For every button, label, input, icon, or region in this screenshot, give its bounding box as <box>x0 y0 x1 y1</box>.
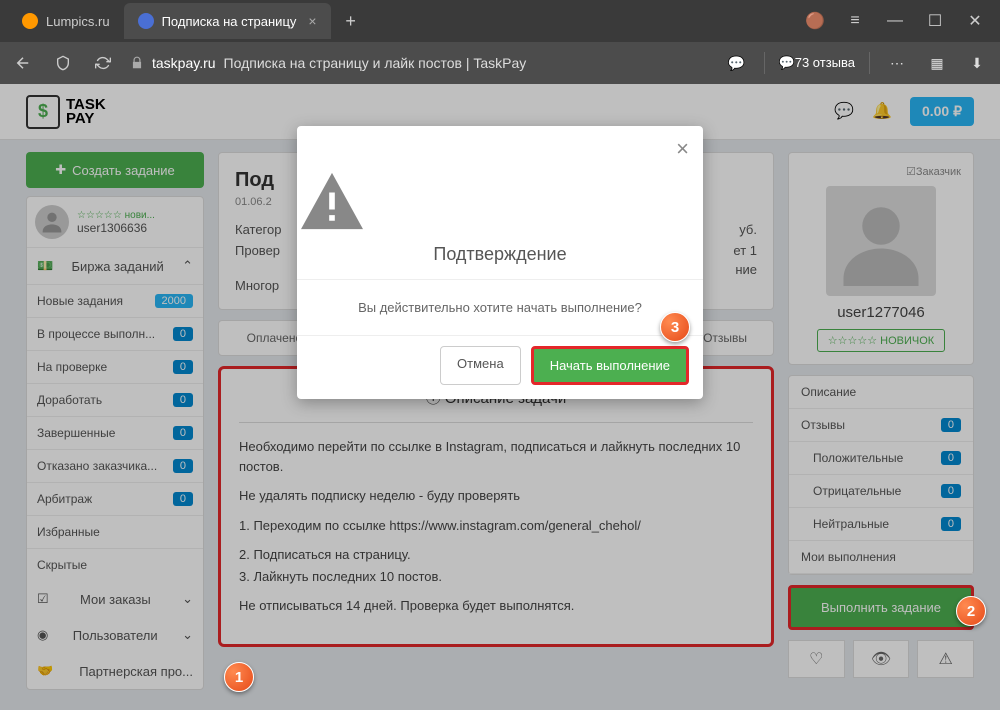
translate-icon[interactable]: 💬 <box>724 50 750 76</box>
step-marker-3: 3 <box>660 312 690 342</box>
menu-icon[interactable]: ≡ <box>838 7 872 35</box>
extensions-icon[interactable]: ▦ <box>924 50 950 76</box>
url-host: taskpay.ru <box>152 55 216 71</box>
close-icon[interactable]: × <box>297 126 703 166</box>
browser-tab-active[interactable]: Подписка на страницу × <box>124 3 331 39</box>
lock-icon <box>130 56 144 70</box>
reload-icon[interactable] <box>90 50 116 76</box>
confirm-modal: × Подтверждение Вы действительно хотите … <box>297 126 703 399</box>
tab-label: Подписка на страницу <box>162 14 297 29</box>
url-title: Подписка на страницу и лайк постов | Tas… <box>224 55 527 71</box>
menu-dots-icon[interactable]: ⋯ <box>884 50 910 76</box>
shield-icon[interactable] <box>50 50 76 76</box>
reviews-link[interactable]: 💬73 отзыва <box>779 55 855 71</box>
modal-title: Подтверждение <box>297 240 703 280</box>
step-marker-2: 2 <box>956 596 986 626</box>
download-icon[interactable]: ⬇ <box>964 50 990 76</box>
minimize-icon[interactable]: — <box>878 7 912 35</box>
close-window-icon[interactable]: ✕ <box>958 7 992 35</box>
modal-overlay: × Подтверждение Вы действительно хотите … <box>0 84 1000 710</box>
browser-addressbar: taskpay.ru Подписка на страницу и лайк п… <box>0 42 1000 84</box>
new-tab-button[interactable]: + <box>337 7 365 35</box>
back-icon[interactable] <box>10 50 36 76</box>
step-marker-1: 1 <box>224 662 254 692</box>
close-icon[interactable]: × <box>308 13 316 29</box>
cancel-button[interactable]: Отмена <box>440 346 521 385</box>
favicon-icon <box>22 13 38 29</box>
ext-icon[interactable]: 🟤 <box>798 7 832 35</box>
warning-icon <box>297 166 703 240</box>
browser-tab[interactable]: Lumpics.ru <box>8 3 124 39</box>
tab-label: Lumpics.ru <box>46 14 110 29</box>
url-field[interactable]: taskpay.ru Подписка на страницу и лайк п… <box>130 55 710 71</box>
browser-titlebar: Lumpics.ru Подписка на страницу × + 🟤 ≡ … <box>0 0 1000 42</box>
page-content: $ TASKPAY 💬 🔔 0.00 ₽ ✚ Создать задание ☆… <box>0 84 1000 710</box>
favicon-icon <box>138 13 154 29</box>
maximize-icon[interactable]: ☐ <box>918 7 952 35</box>
confirm-button[interactable]: Начать выполнение <box>531 346 689 385</box>
modal-text: Вы действительно хотите начать выполнени… <box>297 280 703 335</box>
